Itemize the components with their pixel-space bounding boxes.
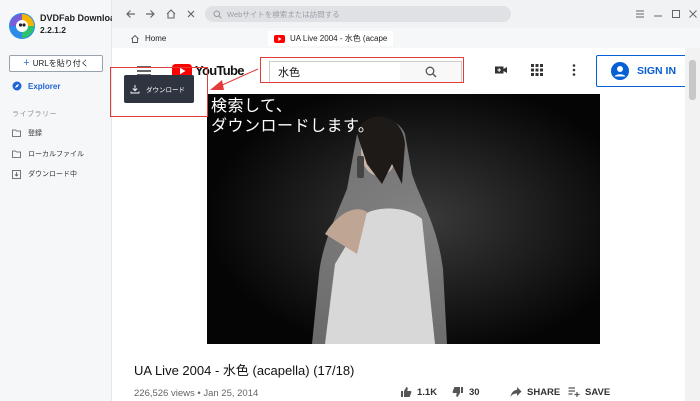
back-arrow-icon[interactable] xyxy=(125,8,137,20)
sidebar: DVDFab Downloader 2.2.1.2 + URLを貼り付く Exp… xyxy=(0,0,129,401)
sign-in-button[interactable]: SIGN IN xyxy=(596,55,691,87)
tab-home[interactable]: Home xyxy=(126,31,170,46)
share-icon xyxy=(510,387,522,397)
share-label: SHARE xyxy=(527,386,561,398)
download-label: ダウンロード xyxy=(146,87,185,94)
dislike-count: 30 xyxy=(469,386,480,398)
save-button[interactable]: SAVE xyxy=(568,386,610,398)
download-button[interactable]: ダウンロード xyxy=(124,75,194,103)
close-icon[interactable] xyxy=(185,8,197,20)
download-icon xyxy=(12,169,21,179)
like-count: 1.1K xyxy=(417,386,438,398)
account-icon xyxy=(610,62,629,80)
video-title: UA Live 2004 - 水色 (acapella) (17/18) xyxy=(134,363,355,378)
address-bar[interactable]: Webサイトを検索または訪問する xyxy=(205,6,511,22)
sidebar-item-registered[interactable]: 登録 xyxy=(12,127,42,139)
browser-toolbar: Webサイトを検索または訪問する xyxy=(112,0,700,28)
window-close-icon[interactable] xyxy=(687,8,699,20)
scrollbar-thumb[interactable] xyxy=(689,60,696,100)
tab-label: Home xyxy=(145,34,167,43)
youtube-icon xyxy=(274,34,285,43)
app-version: 2.2.1.2 xyxy=(40,25,66,35)
forward-arrow-icon[interactable] xyxy=(144,8,156,20)
download-icon xyxy=(130,85,140,94)
explorer-label: Explorer xyxy=(28,81,61,91)
like-button[interactable]: 1.1K xyxy=(400,386,437,398)
page-scrollbar[interactable] xyxy=(685,48,700,401)
folder-icon xyxy=(12,150,21,158)
sidebar-item-explorer[interactable]: Explorer xyxy=(12,79,60,93)
sidebar-item-label: ダウンロード中 xyxy=(28,171,77,178)
sidebar-item-label: ローカルファイル xyxy=(28,151,84,158)
add-url-button[interactable]: + URLを貼り付く xyxy=(9,55,103,72)
add-url-label: URLを貼り付く xyxy=(32,59,89,68)
thumbs-up-icon xyxy=(401,387,412,397)
menu-icon[interactable] xyxy=(634,8,646,20)
tab-label: UA Live 2004 - 水色 (acape xyxy=(290,34,388,43)
search-highlight-box xyxy=(260,57,464,83)
more-vertical-icon[interactable] xyxy=(567,63,581,77)
address-placeholder: Webサイトを検索または訪問する xyxy=(227,9,340,19)
folder-icon xyxy=(12,129,21,137)
home-icon xyxy=(131,34,139,43)
sidebar-item-downloading[interactable]: ダウンロード中 xyxy=(12,168,77,180)
plus-icon: + xyxy=(23,57,30,69)
maximize-icon[interactable] xyxy=(670,8,682,20)
brand: DVDFab Downloader 2.2.1.2 xyxy=(8,10,129,46)
home-icon[interactable] xyxy=(165,8,177,20)
video-caption: 検索して、 ダウンロードします。 xyxy=(211,96,375,135)
video-player[interactable]: 検索して、 ダウンロードします。 xyxy=(207,94,600,344)
library-section-label: ライブラリー xyxy=(12,111,57,118)
sign-in-label: SIGN IN xyxy=(636,65,677,77)
apps-grid-icon[interactable] xyxy=(530,63,544,77)
sidebar-item-label: 登録 xyxy=(28,130,42,137)
dislike-button[interactable]: 30 xyxy=(452,386,480,398)
sidebar-item-local-files[interactable]: ローカルファイル xyxy=(12,148,84,160)
minimize-icon[interactable] xyxy=(652,8,664,20)
share-button[interactable]: SHARE xyxy=(510,386,560,398)
tab-bar: Home UA Live 2004 - 水色 (acape xyxy=(112,28,700,48)
create-video-icon[interactable] xyxy=(494,63,508,77)
search-icon xyxy=(213,10,222,19)
save-label: SAVE xyxy=(585,386,611,398)
app-window: DVDFab Downloader 2.2.1.2 + URLを貼り付く Exp… xyxy=(0,0,700,401)
explorer-icon xyxy=(12,81,22,91)
thumbs-down-icon xyxy=(452,387,463,397)
dvdfab-logo-icon xyxy=(9,13,35,39)
save-icon xyxy=(568,387,580,397)
tab-youtube-video[interactable]: UA Live 2004 - 水色 (acape xyxy=(268,31,394,46)
video-meta: 226,526 views • Jan 25, 2014 xyxy=(134,388,259,399)
